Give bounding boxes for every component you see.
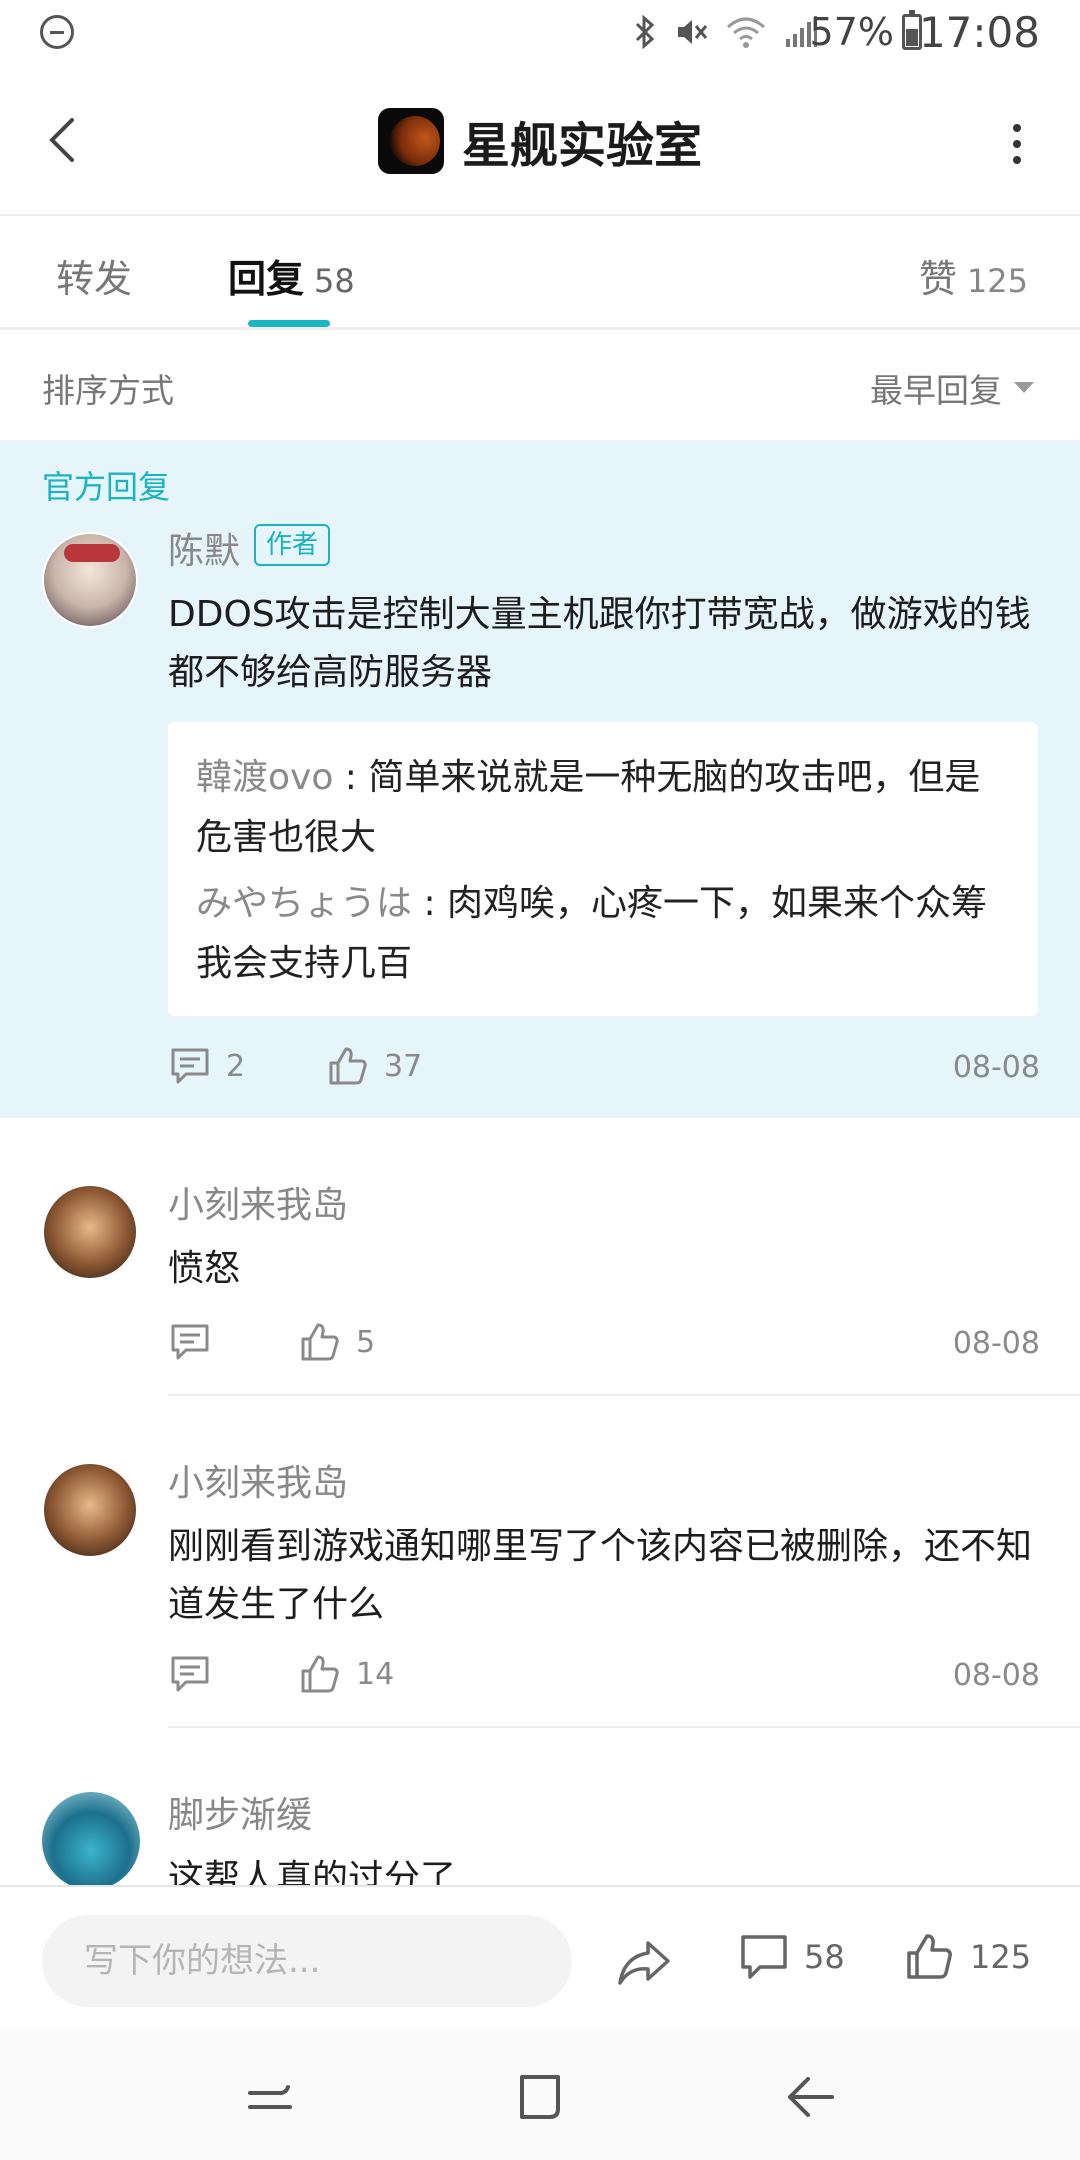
- sort-dropdown[interactable]: 最早回复: [870, 364, 1002, 412]
- official-reply: 官方回复 陈默 作者 DDOS攻击是控制大量主机跟你打带宽战，做游戏的钱都不够给…: [0, 440, 1080, 1118]
- sub-reply-name[interactable]: みやちょうは: [196, 883, 412, 924]
- avatar[interactable]: [44, 1186, 136, 1278]
- divider: [168, 1726, 1080, 1728]
- reply-author[interactable]: 小刻来我岛: [168, 1454, 348, 1506]
- avatar[interactable]: [44, 1464, 136, 1556]
- like-count: 14: [356, 1656, 395, 1692]
- reply-author[interactable]: 脚步渐缓: [168, 1786, 312, 1838]
- back-icon[interactable]: [780, 2067, 840, 2127]
- reply-actions: 2 37 08-08: [168, 1044, 1040, 1094]
- battery-percent: 57%: [809, 10, 894, 54]
- divider: [168, 1394, 1080, 1396]
- wifi-icon: [727, 17, 765, 48]
- reply-actions: 5 08-08: [168, 1320, 1040, 1370]
- tab-replies-count: 58: [314, 262, 355, 300]
- page-header: 星舰实验室: [0, 106, 1080, 176]
- thumbs-up-icon: [301, 1655, 339, 1693]
- status-bar: 57% 17:08: [0, 0, 1080, 66]
- sub-reply-separator: :: [412, 883, 448, 924]
- comment-icon: [171, 1656, 209, 1692]
- like-button[interactable]: 37: [326, 1044, 422, 1088]
- likes-count: 125: [970, 1938, 1032, 1976]
- like-button[interactable]: 5: [298, 1320, 375, 1364]
- tab-repost-label: 转发: [56, 257, 133, 301]
- system-icons: [634, 12, 818, 52]
- avatar[interactable]: [42, 1792, 140, 1890]
- comment-icon: [171, 1324, 209, 1360]
- sub-reply-name[interactable]: 韓渡ovo: [196, 757, 333, 798]
- comment-input-bar: 58 125: [0, 1885, 1080, 2031]
- battery-fill: [906, 28, 918, 46]
- tab-likes[interactable]: 赞 125: [919, 248, 1028, 303]
- like-button[interactable]: 14: [298, 1652, 394, 1696]
- author-name[interactable]: 陈默: [168, 522, 240, 574]
- like-post-button[interactable]: 125: [904, 1931, 1031, 1983]
- comment-icon: [741, 1935, 787, 1979]
- tab-likes-label: 赞: [918, 257, 957, 301]
- avatar[interactable]: [42, 532, 138, 628]
- sub-replies[interactable]: 韓渡ovo : 简单来说就是一种无脑的攻击吧，但是危害也很大 みやちょうは : …: [168, 722, 1038, 1016]
- thumbs-up-icon: [907, 1934, 952, 1979]
- tab-replies[interactable]: 回复 58: [228, 248, 355, 303]
- active-tab-indicator: [248, 320, 330, 327]
- do-not-disturb-icon: [40, 15, 74, 49]
- sub-reply: 韓渡ovo : 简单来说就是一种无脑的攻击吧，但是危害也很大: [196, 748, 1010, 868]
- share-icon[interactable]: [616, 1935, 672, 1991]
- sub-reply: みやちょうは : 肉鸡唉，心疼一下，如果来个众筹我会支持几百: [196, 874, 1010, 994]
- moon-logo-icon: [377, 108, 444, 174]
- bluetooth-icon: [635, 15, 655, 49]
- page-title: 星舰实验室: [461, 118, 702, 174]
- comment-input[interactable]: [42, 1915, 572, 2007]
- comment-button[interactable]: [168, 1652, 212, 1696]
- home-icon[interactable]: [510, 2067, 570, 2127]
- sort-label: 排序方式: [42, 371, 174, 410]
- reply-actions: 14 08-08: [168, 1652, 1040, 1702]
- clock: 17:08: [918, 8, 1040, 57]
- reply-text: DDOS攻击是控制大量主机跟你打带宽战，做游戏的钱都不够给高防服务器: [168, 594, 1031, 693]
- reply-date: 08-08: [952, 1326, 1040, 1361]
- comment-icon: [171, 1048, 209, 1084]
- comment-button[interactable]: 2: [168, 1044, 245, 1088]
- thumbs-up-icon: [329, 1047, 367, 1085]
- tab-likes-count: 125: [966, 262, 1028, 300]
- tab-bar: 转发 回复 58 赞 125: [0, 216, 1080, 330]
- sub-reply-separator: :: [333, 757, 369, 798]
- more-options-icon[interactable]: [1012, 124, 1022, 164]
- comment-count: 2: [226, 1048, 246, 1084]
- like-count: 37: [384, 1048, 423, 1084]
- reply-text: 刚刚看到游戏通知哪里写了个该内容已被删除，还不知道发生了什么: [168, 1526, 1033, 1625]
- like-count: 5: [356, 1324, 376, 1360]
- thumbs-up-icon: [301, 1323, 339, 1361]
- caret-down-icon[interactable]: [1014, 382, 1034, 393]
- recent-apps-icon[interactable]: [240, 2067, 300, 2127]
- author-badge: 作者: [254, 524, 331, 566]
- reply-date: 08-08: [952, 1050, 1040, 1085]
- reply-text: 愤怒: [168, 1248, 241, 1289]
- sort-bar: 排序方式 最早回复: [0, 330, 1080, 440]
- system-nav-bar: [0, 2031, 1080, 2160]
- official-reply-label: 官方回复: [42, 468, 171, 506]
- comment-button[interactable]: [168, 1320, 212, 1364]
- tab-repost[interactable]: 转发: [56, 248, 132, 303]
- reply-date: 08-08: [952, 1658, 1040, 1693]
- tab-replies-label: 回复: [228, 257, 305, 301]
- mute-icon: [678, 20, 708, 44]
- title-bar: 星舰实验室: [0, 66, 1080, 216]
- comments-count: 58: [804, 1938, 845, 1976]
- comments-button[interactable]: 58: [738, 1931, 845, 1983]
- reply-author[interactable]: 小刻来我岛: [168, 1176, 348, 1228]
